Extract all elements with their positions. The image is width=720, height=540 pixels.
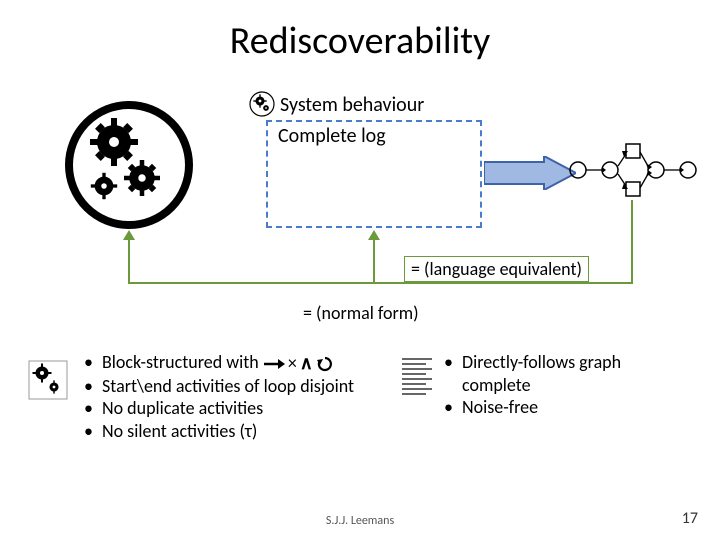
footer-page-number: 17	[682, 509, 698, 528]
bullet-text: No duplicate activities	[102, 397, 263, 420]
list-item: •Directly-follows graph complete	[444, 351, 684, 396]
connector-line	[128, 282, 633, 284]
list-item: • Block-structured with × ∧	[84, 351, 384, 375]
list-item: •No duplicate activities	[84, 397, 384, 420]
language-equivalent-label: = (language equivalent)	[404, 256, 589, 282]
connector-line	[128, 240, 130, 284]
system-behaviour-label: System behaviour	[280, 93, 424, 117]
bullet-dot-icon: •	[84, 351, 102, 375]
list-item: •Noise-free	[444, 396, 684, 419]
bullet-text: Block-structured with	[102, 351, 259, 373]
list-item: •No silent activities (τ)	[84, 420, 384, 443]
sequence-op-icon	[263, 358, 285, 370]
gear-small-icon	[248, 90, 276, 118]
normal-form-label: = (normal form)	[303, 302, 419, 324]
xor-op-icon: ×	[288, 352, 297, 375]
bullet-text: Directly-follows graph complete	[462, 351, 684, 396]
bullet-text: No silent activities (τ)	[102, 420, 257, 443]
arrowhead-icon	[123, 230, 135, 240]
bullet-text: Start\end activities of loop disjoint	[102, 375, 354, 398]
loop-op-icon	[316, 356, 334, 372]
list-item: •Start\end activities of loop disjoint	[84, 375, 384, 398]
bullet-text: Noise-free	[462, 396, 538, 419]
gear-mini-icon	[28, 360, 68, 400]
connector-line	[631, 200, 633, 284]
big-arrow-icon	[484, 156, 576, 190]
arrowhead-icon	[368, 230, 380, 240]
connector-line	[373, 240, 375, 284]
petri-net-icon	[568, 140, 698, 200]
log-lines-icon	[402, 358, 432, 400]
gears-large-icon	[64, 100, 194, 230]
slide-title: Rediscoverability	[0, 18, 720, 64]
right-bullet-list: •Directly-follows graph complete •Noise-…	[444, 351, 684, 419]
and-op-icon: ∧	[300, 352, 313, 375]
footer-author: S.J.J. Leemans	[0, 514, 720, 528]
left-bullet-list: • Block-structured with × ∧ •Start\end a…	[84, 351, 384, 442]
complete-log-label: Complete log	[278, 124, 386, 148]
